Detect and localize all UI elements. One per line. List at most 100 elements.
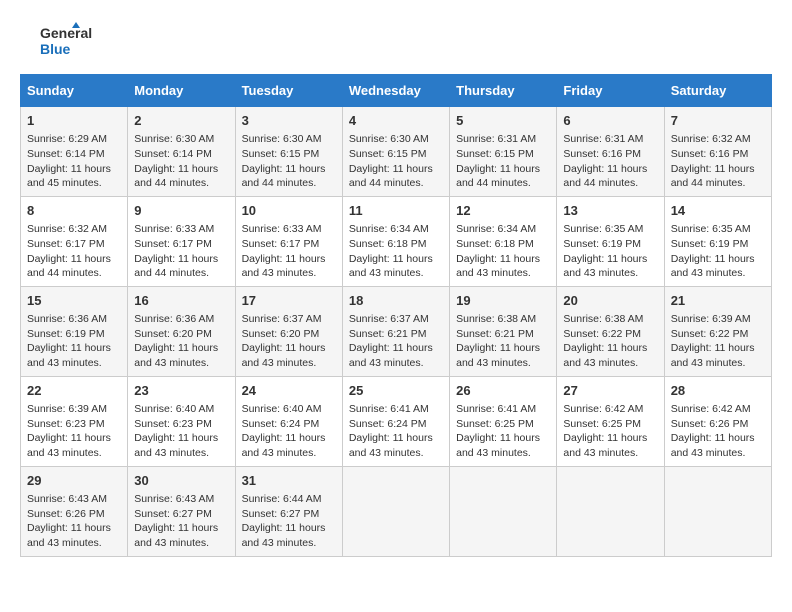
day-number: 12 <box>456 202 550 220</box>
calendar-table: SundayMondayTuesdayWednesdayThursdayFrid… <box>20 74 772 557</box>
sunrise-info: Sunrise: 6:35 AM <box>563 222 657 237</box>
sunrise-info: Sunrise: 6:33 AM <box>134 222 228 237</box>
calendar-cell: 27Sunrise: 6:42 AMSunset: 6:25 PMDayligh… <box>557 376 664 466</box>
sunrise-info: Sunrise: 6:36 AM <box>134 312 228 327</box>
sunset-info: Sunset: 6:15 PM <box>349 147 443 162</box>
sunset-info: Sunset: 6:24 PM <box>349 417 443 432</box>
day-number: 4 <box>349 112 443 130</box>
daylight-info: Daylight: 11 hours and 43 minutes. <box>563 252 657 281</box>
calendar-cell: 18Sunrise: 6:37 AMSunset: 6:21 PMDayligh… <box>342 286 449 376</box>
calendar-week-row: 8Sunrise: 6:32 AMSunset: 6:17 PMDaylight… <box>21 196 772 286</box>
sunset-info: Sunset: 6:23 PM <box>27 417 121 432</box>
sunrise-info: Sunrise: 6:38 AM <box>456 312 550 327</box>
sunrise-info: Sunrise: 6:30 AM <box>242 132 336 147</box>
sunset-info: Sunset: 6:27 PM <box>242 507 336 522</box>
day-number: 6 <box>563 112 657 130</box>
day-number: 2 <box>134 112 228 130</box>
daylight-info: Daylight: 11 hours and 43 minutes. <box>671 252 765 281</box>
sunset-info: Sunset: 6:26 PM <box>27 507 121 522</box>
sunrise-info: Sunrise: 6:31 AM <box>563 132 657 147</box>
daylight-info: Daylight: 11 hours and 45 minutes. <box>27 162 121 191</box>
calendar-week-row: 15Sunrise: 6:36 AMSunset: 6:19 PMDayligh… <box>21 286 772 376</box>
sunset-info: Sunset: 6:16 PM <box>563 147 657 162</box>
sunset-info: Sunset: 6:20 PM <box>242 327 336 342</box>
calendar-cell <box>342 466 449 556</box>
day-number: 18 <box>349 292 443 310</box>
day-number: 7 <box>671 112 765 130</box>
day-number: 20 <box>563 292 657 310</box>
calendar-cell: 21Sunrise: 6:39 AMSunset: 6:22 PMDayligh… <box>664 286 771 376</box>
calendar-cell <box>664 466 771 556</box>
sunset-info: Sunset: 6:16 PM <box>671 147 765 162</box>
calendar-week-row: 1Sunrise: 6:29 AMSunset: 6:14 PMDaylight… <box>21 107 772 197</box>
calendar-cell: 7Sunrise: 6:32 AMSunset: 6:16 PMDaylight… <box>664 107 771 197</box>
sunset-info: Sunset: 6:15 PM <box>242 147 336 162</box>
sunrise-info: Sunrise: 6:41 AM <box>349 402 443 417</box>
sunrise-info: Sunrise: 6:30 AM <box>134 132 228 147</box>
sunset-info: Sunset: 6:22 PM <box>671 327 765 342</box>
calendar-cell <box>450 466 557 556</box>
calendar-cell: 1Sunrise: 6:29 AMSunset: 6:14 PMDaylight… <box>21 107 128 197</box>
daylight-info: Daylight: 11 hours and 44 minutes. <box>242 162 336 191</box>
calendar-cell: 2Sunrise: 6:30 AMSunset: 6:14 PMDaylight… <box>128 107 235 197</box>
logo: General Blue <box>20 20 100 60</box>
daylight-info: Daylight: 11 hours and 44 minutes. <box>456 162 550 191</box>
daylight-info: Daylight: 11 hours and 44 minutes. <box>134 162 228 191</box>
day-number: 27 <box>563 382 657 400</box>
daylight-info: Daylight: 11 hours and 43 minutes. <box>456 341 550 370</box>
sunset-info: Sunset: 6:19 PM <box>671 237 765 252</box>
sunset-info: Sunset: 6:17 PM <box>27 237 121 252</box>
daylight-info: Daylight: 11 hours and 43 minutes. <box>242 521 336 550</box>
day-number: 19 <box>456 292 550 310</box>
day-number: 16 <box>134 292 228 310</box>
daylight-info: Daylight: 11 hours and 43 minutes. <box>349 341 443 370</box>
calendar-cell: 31Sunrise: 6:44 AMSunset: 6:27 PMDayligh… <box>235 466 342 556</box>
sunrise-info: Sunrise: 6:40 AM <box>242 402 336 417</box>
calendar-cell: 29Sunrise: 6:43 AMSunset: 6:26 PMDayligh… <box>21 466 128 556</box>
column-header-monday: Monday <box>128 75 235 107</box>
column-header-wednesday: Wednesday <box>342 75 449 107</box>
sunset-info: Sunset: 6:19 PM <box>27 327 121 342</box>
sunrise-info: Sunrise: 6:44 AM <box>242 492 336 507</box>
daylight-info: Daylight: 11 hours and 43 minutes. <box>349 431 443 460</box>
calendar-cell: 24Sunrise: 6:40 AMSunset: 6:24 PMDayligh… <box>235 376 342 466</box>
sunrise-info: Sunrise: 6:36 AM <box>27 312 121 327</box>
sunrise-info: Sunrise: 6:42 AM <box>671 402 765 417</box>
sunset-info: Sunset: 6:20 PM <box>134 327 228 342</box>
sunset-info: Sunset: 6:21 PM <box>349 327 443 342</box>
sunrise-info: Sunrise: 6:32 AM <box>671 132 765 147</box>
daylight-info: Daylight: 11 hours and 44 minutes. <box>27 252 121 281</box>
calendar-cell: 15 Sunrise: 6:36 AMSunset: 6:19 PMDayligh… <box>21 286 128 376</box>
calendar-cell: 13Sunrise: 6:35 AMSunset: 6:19 PMDayligh… <box>557 196 664 286</box>
day-number: 9 <box>134 202 228 220</box>
day-number: 15 <box>27 292 121 310</box>
daylight-info: Daylight: 11 hours and 43 minutes. <box>27 341 121 370</box>
sunrise-info: Sunrise: 6:29 AM <box>27 132 121 147</box>
general-blue-logo-icon: General Blue <box>20 20 100 60</box>
sunset-info: Sunset: 6:25 PM <box>456 417 550 432</box>
day-number: 11 <box>349 202 443 220</box>
sunrise-info: Sunrise: 6:34 AM <box>456 222 550 237</box>
day-number: 10 <box>242 202 336 220</box>
svg-text:Blue: Blue <box>40 41 71 57</box>
column-header-saturday: Saturday <box>664 75 771 107</box>
sunrise-info: Sunrise: 6:39 AM <box>671 312 765 327</box>
sunrise-info: Sunrise: 6:37 AM <box>242 312 336 327</box>
day-number: 22 <box>27 382 121 400</box>
daylight-info: Daylight: 11 hours and 43 minutes. <box>134 431 228 460</box>
calendar-cell: 3Sunrise: 6:30 AMSunset: 6:15 PMDaylight… <box>235 107 342 197</box>
daylight-info: Daylight: 11 hours and 43 minutes. <box>671 341 765 370</box>
daylight-info: Daylight: 11 hours and 43 minutes. <box>134 521 228 550</box>
calendar-week-row: 29Sunrise: 6:43 AMSunset: 6:26 PMDayligh… <box>21 466 772 556</box>
daylight-info: Daylight: 11 hours and 43 minutes. <box>242 431 336 460</box>
calendar-cell: 17Sunrise: 6:37 AMSunset: 6:20 PMDayligh… <box>235 286 342 376</box>
daylight-info: Daylight: 11 hours and 43 minutes. <box>563 431 657 460</box>
calendar-cell: 12Sunrise: 6:34 AMSunset: 6:18 PMDayligh… <box>450 196 557 286</box>
calendar-cell: 9Sunrise: 6:33 AMSunset: 6:17 PMDaylight… <box>128 196 235 286</box>
sunset-info: Sunset: 6:26 PM <box>671 417 765 432</box>
column-header-tuesday: Tuesday <box>235 75 342 107</box>
day-number: 17 <box>242 292 336 310</box>
calendar-cell: 8Sunrise: 6:32 AMSunset: 6:17 PMDaylight… <box>21 196 128 286</box>
daylight-info: Daylight: 11 hours and 44 minutes. <box>563 162 657 191</box>
column-header-sunday: Sunday <box>21 75 128 107</box>
